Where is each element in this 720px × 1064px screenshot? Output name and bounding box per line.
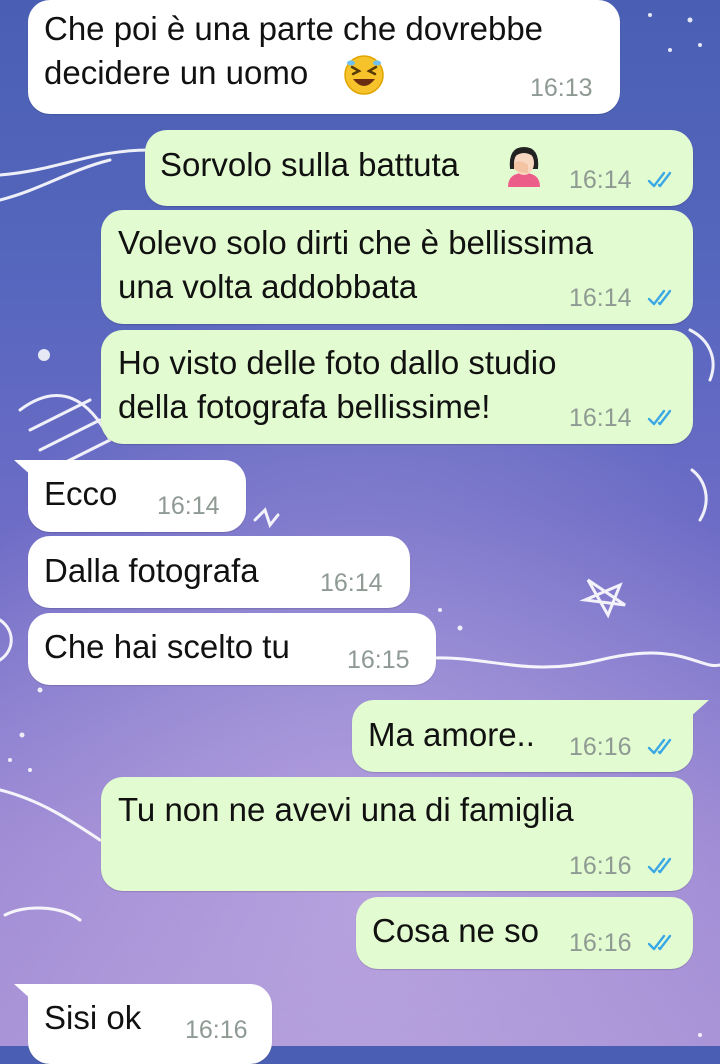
read-receipt-icon	[647, 171, 672, 188]
message-text: Ho visto delle foto dallo studio	[118, 344, 557, 381]
read-receipt-icon	[647, 857, 672, 874]
message-timestamp: 16:13	[530, 74, 593, 102]
message-timestamp: 16:14	[569, 284, 632, 312]
message-text: Dalla fotografa	[44, 552, 259, 589]
message-text: Ecco	[44, 475, 118, 512]
message-text: una volta addobbata	[118, 268, 418, 305]
woman-facepalming-emoji	[508, 147, 540, 187]
message-timestamp: 16:16	[569, 929, 632, 957]
message-text: Ma amore..	[368, 716, 535, 753]
message-text: decidere un uomo	[44, 54, 309, 91]
message-timestamp: 16:16	[569, 733, 632, 761]
message-timestamp: 16:16	[185, 1016, 248, 1044]
message-timestamp: 16:14	[569, 166, 632, 194]
rolling-on-floor-laughing-emoji	[344, 55, 384, 95]
message-timestamp: 16:16	[569, 852, 632, 880]
message-text: Sorvolo sulla battuta	[160, 146, 460, 183]
message-text: Tu non ne avevi una di famiglia	[118, 791, 574, 828]
message-text: Sisi ok	[44, 999, 142, 1036]
message-timestamp: 16:14	[320, 569, 383, 597]
message-text: Che hai scelto tu	[44, 628, 290, 665]
message-text: Che poi è una parte che dovrebbe	[44, 10, 544, 47]
message-timestamp: 16:14	[569, 404, 632, 432]
message-text: Cosa ne so	[372, 912, 539, 949]
message-timestamp: 16:15	[347, 646, 410, 674]
read-receipt-icon	[647, 289, 672, 306]
read-receipt-icon	[647, 738, 672, 755]
message-text: della fotografa bellissime!	[118, 388, 491, 425]
message-text: Volevo solo dirti che è bellissima	[118, 224, 594, 261]
bubble-tail	[689, 700, 709, 718]
read-receipt-icon	[647, 409, 672, 426]
message-timestamp: 16:14	[157, 492, 220, 520]
read-receipt-icon	[647, 934, 672, 951]
